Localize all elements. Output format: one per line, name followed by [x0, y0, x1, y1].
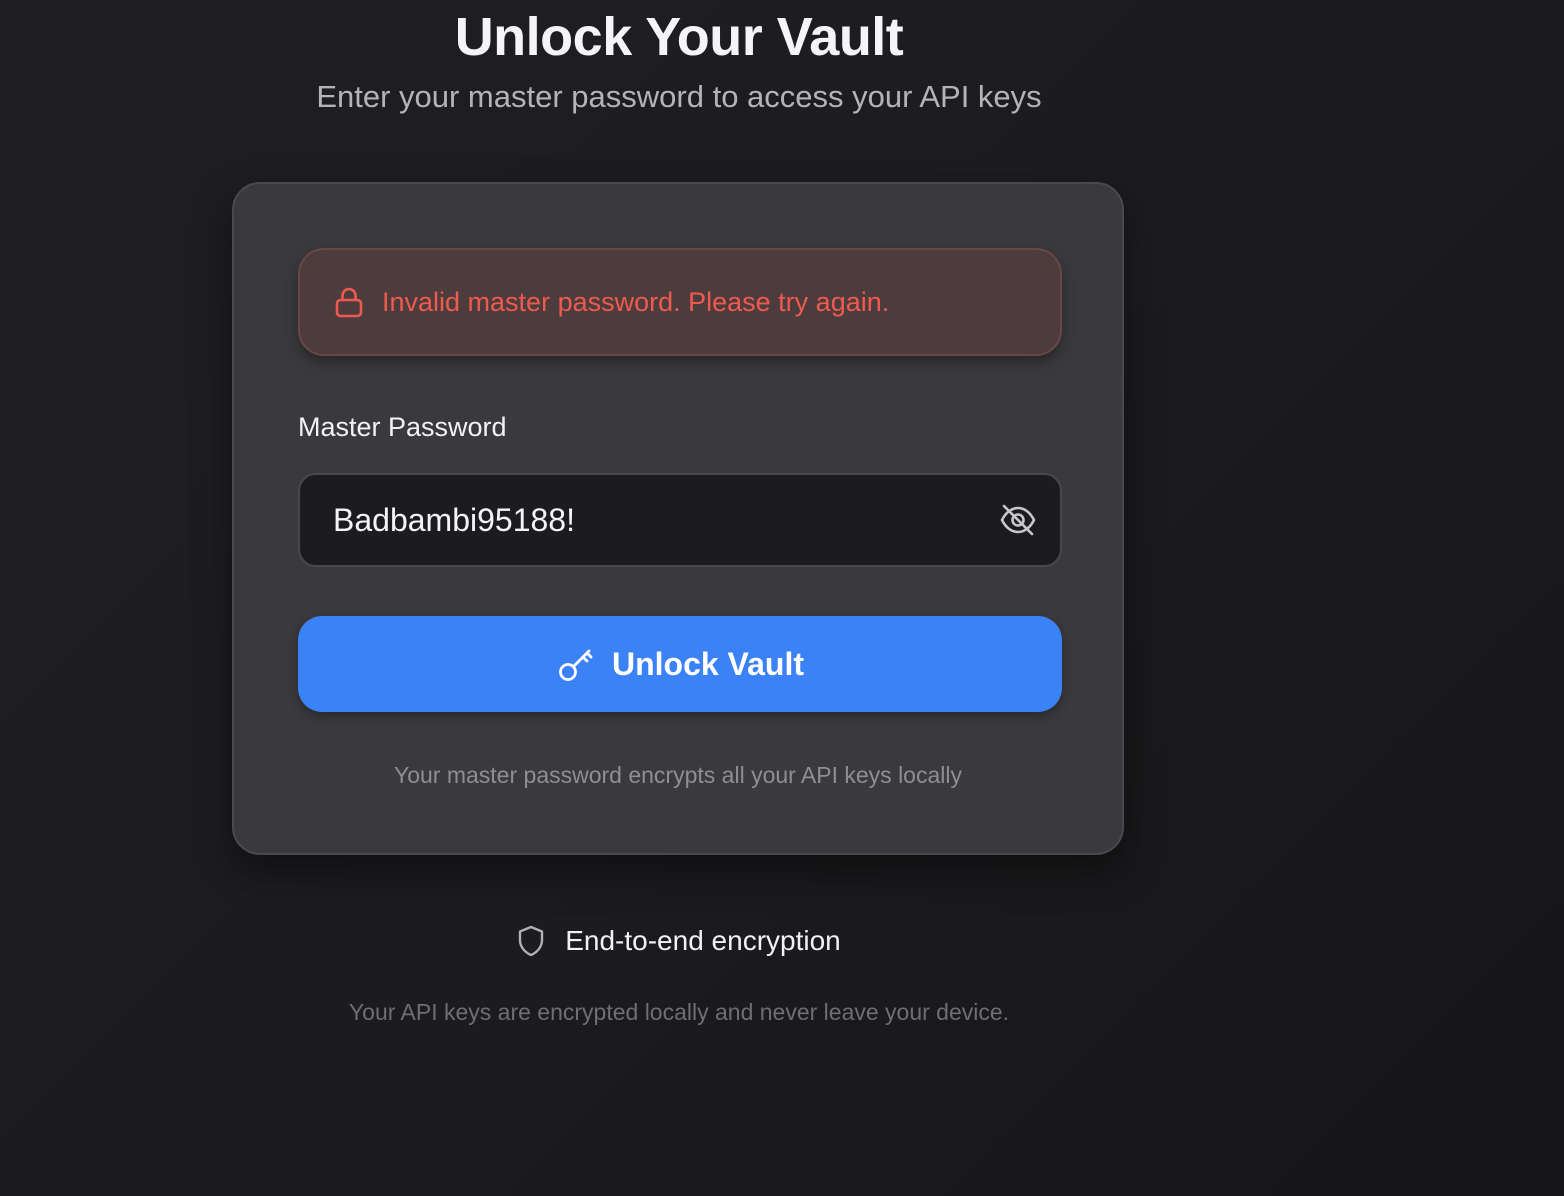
page-subtitle: Enter your master password to access you…	[316, 79, 1042, 114]
privacy-note: Your API keys are encrypted locally and …	[348, 999, 1010, 1025]
unlock-vault-button[interactable]: Unlock Vault	[298, 616, 1062, 712]
master-password-label: Master Password	[298, 412, 507, 442]
master-password-input[interactable]	[300, 475, 996, 565]
eye-off-icon[interactable]	[996, 498, 1040, 542]
card-footnote: Your master password encrypts all your A…	[393, 762, 962, 788]
encryption-badge: End-to-end encryption	[0, 924, 1358, 958]
error-banner: Invalid master password. Please try agai…	[298, 248, 1062, 356]
error-message: Invalid master password. Please try agai…	[382, 286, 890, 317]
lock-icon	[334, 286, 364, 318]
unlock-vault-label: Unlock Vault	[611, 645, 805, 682]
encryption-label: End-to-end encryption	[565, 925, 841, 956]
shield-icon	[517, 924, 547, 958]
page-title: Unlock Your Vault	[454, 7, 904, 68]
unlock-card: Invalid master password. Please try agai…	[232, 182, 1124, 855]
key-icon	[556, 644, 596, 684]
password-field-container	[298, 473, 1062, 567]
